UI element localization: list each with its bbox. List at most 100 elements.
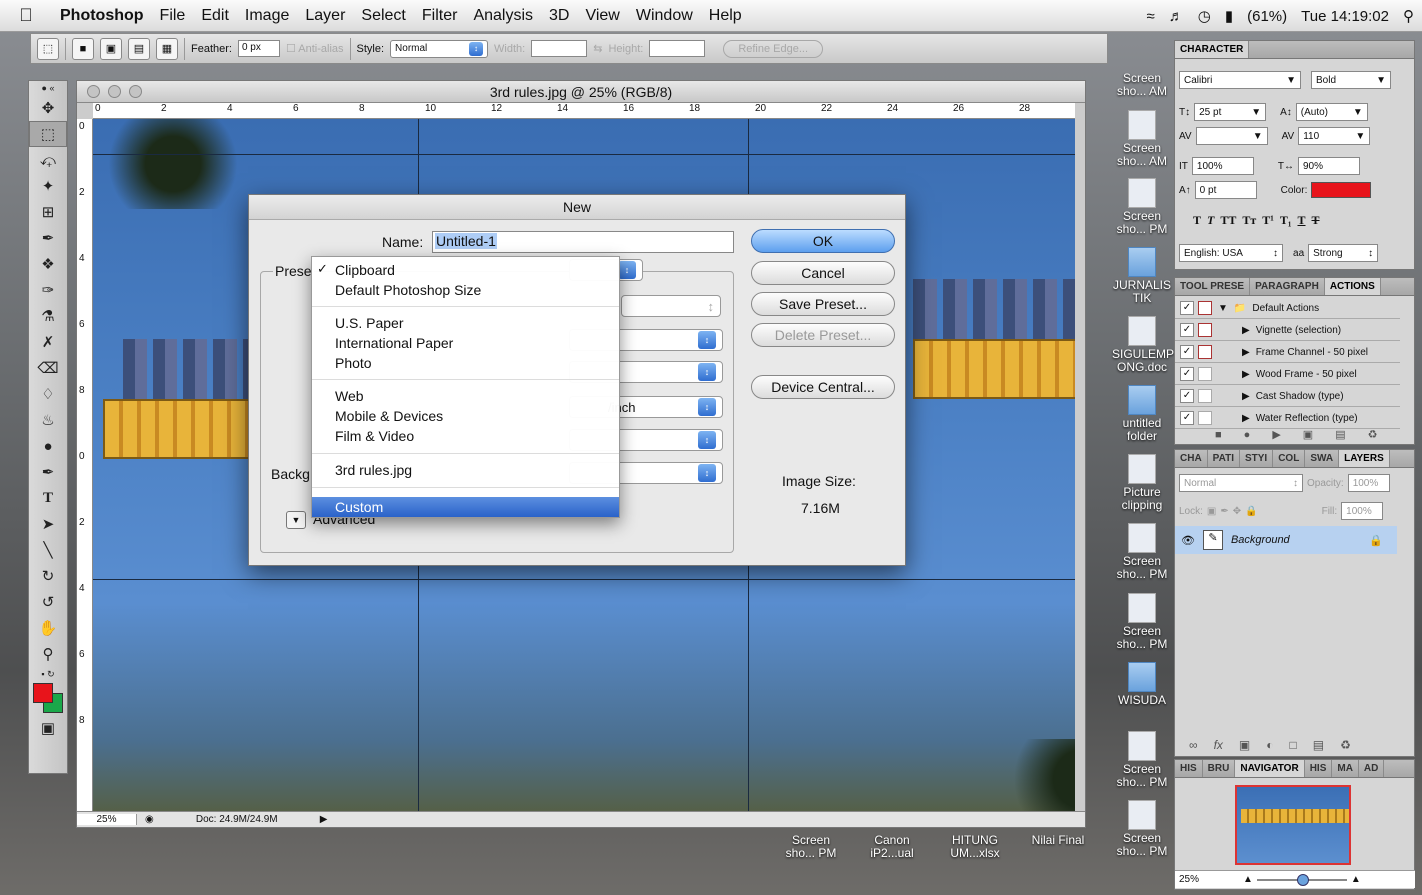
name-input[interactable]: Untitled-1 xyxy=(432,231,734,253)
vertical-scale-field[interactable]: 100% xyxy=(1191,157,1254,175)
small-caps-icon[interactable]: Tт xyxy=(1242,213,1256,228)
spotlight-icon[interactable]: ⚲ xyxy=(1403,7,1414,25)
font-family-select[interactable]: Calibri ▼ xyxy=(1179,71,1301,89)
tab-paragraph[interactable]: PARAGRAPH xyxy=(1250,278,1325,295)
tab-tool-presets[interactable]: TOOL PRESE xyxy=(1175,278,1251,295)
zoom-tool-icon[interactable]: ⚲ xyxy=(29,641,67,667)
menu-item-us-paper[interactable]: U.S. Paper xyxy=(335,313,403,333)
quick-select-tool-icon[interactable]: ✦ xyxy=(29,173,67,199)
tab-character[interactable]: CHARACTER xyxy=(1175,41,1250,58)
lock-all-icon[interactable]: 🔒 xyxy=(1245,506,1257,517)
path-select-tool-icon[interactable]: ➤ xyxy=(29,511,67,537)
desktop-icon[interactable]: Screen sho... PM xyxy=(1112,731,1172,789)
subscript-icon[interactable]: T₁ xyxy=(1280,213,1292,228)
horizontal-ruler[interactable]: 0 2 4 6 8 10 12 14 16 18 20 22 24 26 28 xyxy=(93,103,1075,119)
tab-paths[interactable]: PATI xyxy=(1208,450,1240,467)
stop-icon[interactable]: ■ xyxy=(1215,429,1222,441)
dialog-toggle-icon[interactable] xyxy=(1198,301,1212,315)
menu-select[interactable]: Select xyxy=(353,0,413,32)
swap-icon[interactable]: ⇆ xyxy=(593,42,602,55)
font-size-field[interactable]: 25 pt ▼ xyxy=(1194,103,1267,121)
action-row[interactable]: ✓ ▶ Water Reflection (type) xyxy=(1175,408,1400,429)
new-action-icon[interactable]: ▤ xyxy=(1335,428,1345,441)
navigator-zoom-value[interactable]: 25% xyxy=(1179,874,1199,885)
action-row[interactable]: ✓ ▶ Cast Shadow (type) xyxy=(1175,386,1400,407)
style-select[interactable]: Normal ↕ xyxy=(390,39,489,58)
disclosure-closed-icon[interactable]: ▶ xyxy=(1242,325,1250,336)
shape-tool-icon[interactable]: ╲ xyxy=(29,537,67,563)
menu-edit[interactable]: Edit xyxy=(193,0,237,32)
cancel-button[interactable]: Cancel xyxy=(751,261,895,285)
size-select[interactable]: ↕ xyxy=(621,295,721,317)
desktop-icon[interactable]: HITUNG UM...xlsx xyxy=(945,834,1005,860)
checkmark-icon[interactable]: ✓ xyxy=(1180,323,1194,337)
fill-field[interactable]: 100% xyxy=(1341,502,1384,520)
feather-input[interactable]: 0 px xyxy=(237,40,280,57)
tab-brushes[interactable]: BRU xyxy=(1203,760,1236,777)
zoom-in-icon[interactable]: ▲ xyxy=(1351,874,1361,885)
navigator-preview[interactable] xyxy=(1235,785,1351,865)
subtract-selection-icon[interactable]: ▤ xyxy=(128,37,150,60)
time-machine-icon[interactable]: ◷ xyxy=(1198,7,1211,25)
zoom-window-icon[interactable] xyxy=(129,85,142,98)
disclosure-closed-icon[interactable]: ▶ xyxy=(1242,369,1250,380)
record-icon[interactable]: ● xyxy=(1244,429,1251,441)
zoom-slider-thumb[interactable] xyxy=(1296,873,1309,886)
checkmark-icon[interactable]: ✓ xyxy=(1180,389,1194,403)
desktop-icon[interactable]: Nilai Final xyxy=(1028,834,1088,847)
dialog-toggle-icon[interactable] xyxy=(1198,411,1212,425)
minimize-window-icon[interactable] xyxy=(108,85,121,98)
lock-position-icon[interactable]: ✥ xyxy=(1233,506,1241,517)
opacity-field[interactable]: 100% xyxy=(1347,474,1390,492)
hand-tool-icon[interactable]: ✋ xyxy=(29,615,67,641)
apple-icon[interactable]:  xyxy=(0,5,52,26)
kerning-field[interactable]: ▼ xyxy=(1195,127,1268,145)
new-layer-icon[interactable]: ▤ xyxy=(1313,738,1324,752)
tab-styles[interactable]: STYI xyxy=(1240,450,1274,467)
new-group-icon[interactable]: □ xyxy=(1290,738,1297,752)
action-row[interactable]: ✓ ▶ Vignette (selection) xyxy=(1175,320,1400,341)
refine-edge-button[interactable]: Refine Edge... xyxy=(723,39,824,58)
menu-window[interactable]: Window xyxy=(628,0,701,32)
delete-preset-button[interactable]: Delete Preset... xyxy=(751,323,895,347)
menu-filter[interactable]: Filter xyxy=(414,0,466,32)
menu-3d[interactable]: 3D xyxy=(541,0,577,32)
tool-preset-picker[interactable]: ⬚ xyxy=(37,37,59,60)
brush-tool-icon[interactable]: ✑ xyxy=(29,277,67,303)
underline-icon[interactable]: T xyxy=(1298,213,1306,228)
collapse-toolbox-icon[interactable]: ● « xyxy=(29,81,67,95)
font-style-select[interactable]: Bold ▼ xyxy=(1311,71,1391,89)
desktop-icon[interactable]: Screen sho... PM xyxy=(781,834,841,860)
dialog-toggle-icon[interactable] xyxy=(1198,345,1212,359)
intersect-selection-icon[interactable]: ▦ xyxy=(156,37,178,60)
play-icon[interactable]: ▶ xyxy=(1272,428,1280,441)
close-window-icon[interactable] xyxy=(87,85,100,98)
layer-row-background[interactable]: 👁 ✎ Background 🔒 xyxy=(1175,526,1397,554)
tab-swatches[interactable]: SWA xyxy=(1305,450,1340,467)
menu-image[interactable]: Image xyxy=(237,0,297,32)
guide-horizontal[interactable] xyxy=(93,154,1075,155)
layer-style-icon[interactable]: fx xyxy=(1214,738,1223,752)
trash-icon[interactable]: ♻ xyxy=(1368,428,1378,441)
horizontal-scale-field[interactable]: 90% xyxy=(1298,157,1360,175)
menu-analysis[interactable]: Analysis xyxy=(465,0,541,32)
action-set-row[interactable]: ✓ ▼ 📁 Default Actions xyxy=(1175,298,1400,319)
superscript-icon[interactable]: T¹ xyxy=(1262,213,1274,228)
tab-channels[interactable]: CHA xyxy=(1175,450,1208,467)
3d-orbit-tool-icon[interactable]: ↺ xyxy=(29,589,67,615)
battery-icon[interactable]: ▮ xyxy=(1225,7,1233,25)
leading-field[interactable]: (Auto) ▼ xyxy=(1295,103,1368,121)
foreground-color-swatch[interactable] xyxy=(33,683,53,703)
menu-item-default-size[interactable]: Default Photoshop Size xyxy=(335,280,481,300)
tab-layers[interactable]: LAYERS xyxy=(1339,450,1390,467)
add-selection-icon[interactable]: ▣ xyxy=(100,37,122,60)
desktop-icon[interactable]: WISUDA xyxy=(1112,662,1172,707)
move-tool-icon[interactable]: ✥ xyxy=(29,95,67,121)
strikethrough-icon[interactable]: T xyxy=(1312,213,1320,228)
menu-item-clipboard[interactable]: Clipboard xyxy=(335,260,395,280)
status-arrow-icon[interactable]: ▶ xyxy=(312,814,336,825)
ok-button[interactable]: OK xyxy=(751,229,895,253)
height-input[interactable] xyxy=(649,40,706,57)
blur-tool-icon[interactable]: ♨ xyxy=(29,407,67,433)
eyedropper-tool-icon[interactable]: ✒ xyxy=(29,225,67,251)
